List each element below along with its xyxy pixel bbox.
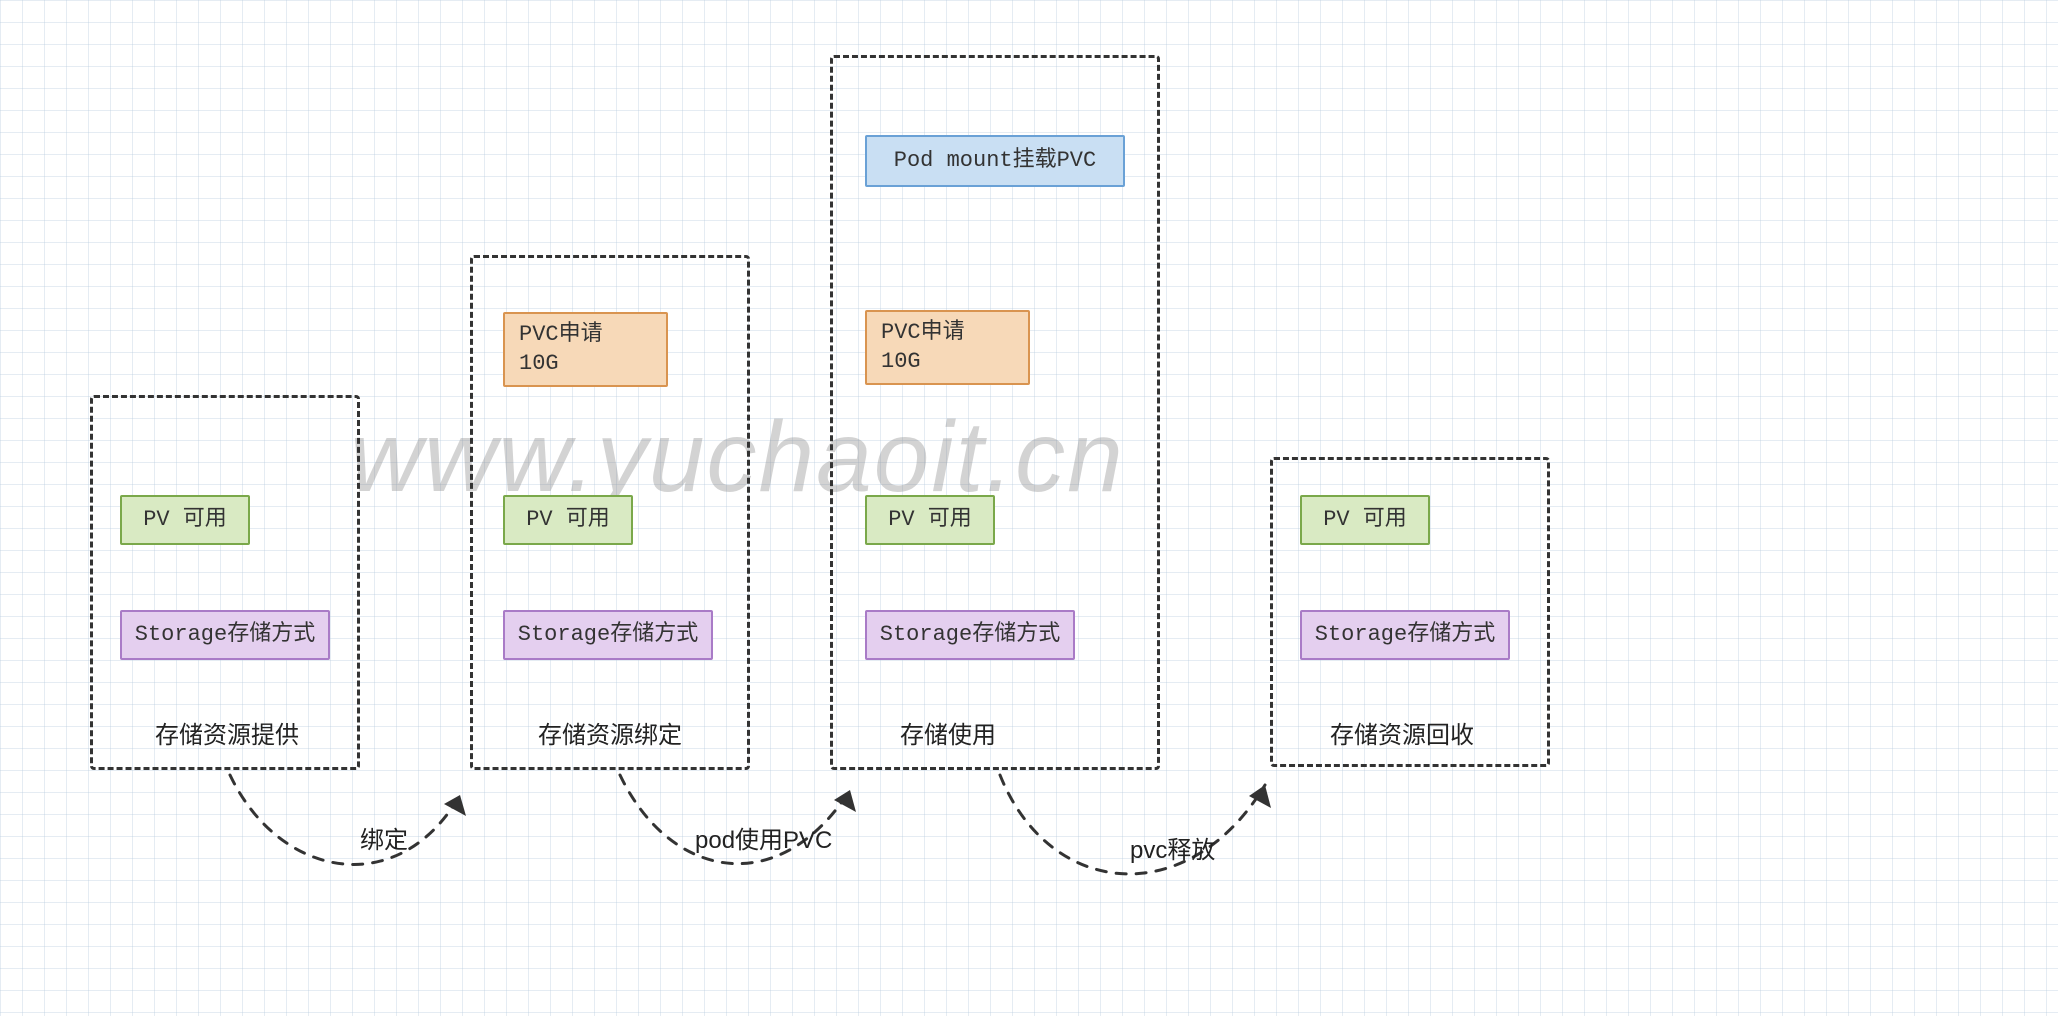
arrow-label-pvc-release: pvc释放 <box>1130 830 1215 865</box>
stage-label-using: 存储使用 <box>900 715 996 750</box>
storage-class-box: Storage存储方式 <box>865 610 1075 660</box>
storage-class-box: Storage存储方式 <box>1300 610 1510 660</box>
pod-mount-box: Pod mount挂载PVC <box>865 135 1125 187</box>
pvc-request-box: PVC申请 10G <box>503 312 668 387</box>
storage-class-box: Storage存储方式 <box>503 610 713 660</box>
pv-available-box: PV 可用 <box>503 495 633 545</box>
stage-label-recycling: 存储资源回收 <box>1330 715 1474 750</box>
pvc-request-box: PVC申请 10G <box>865 310 1030 385</box>
storage-class-box: Storage存储方式 <box>120 610 330 660</box>
pv-available-box: PV 可用 <box>120 495 250 545</box>
arrow-label-pod-use-pvc: pod使用PVC <box>695 820 832 855</box>
stage-label-binding: 存储资源绑定 <box>538 715 682 750</box>
stage-provisioning <box>90 395 360 770</box>
pv-available-box: PV 可用 <box>1300 495 1430 545</box>
stage-label-provisioning: 存储资源提供 <box>155 715 299 750</box>
arrow-label-bind: 绑定 <box>360 820 408 855</box>
pv-available-box: PV 可用 <box>865 495 995 545</box>
